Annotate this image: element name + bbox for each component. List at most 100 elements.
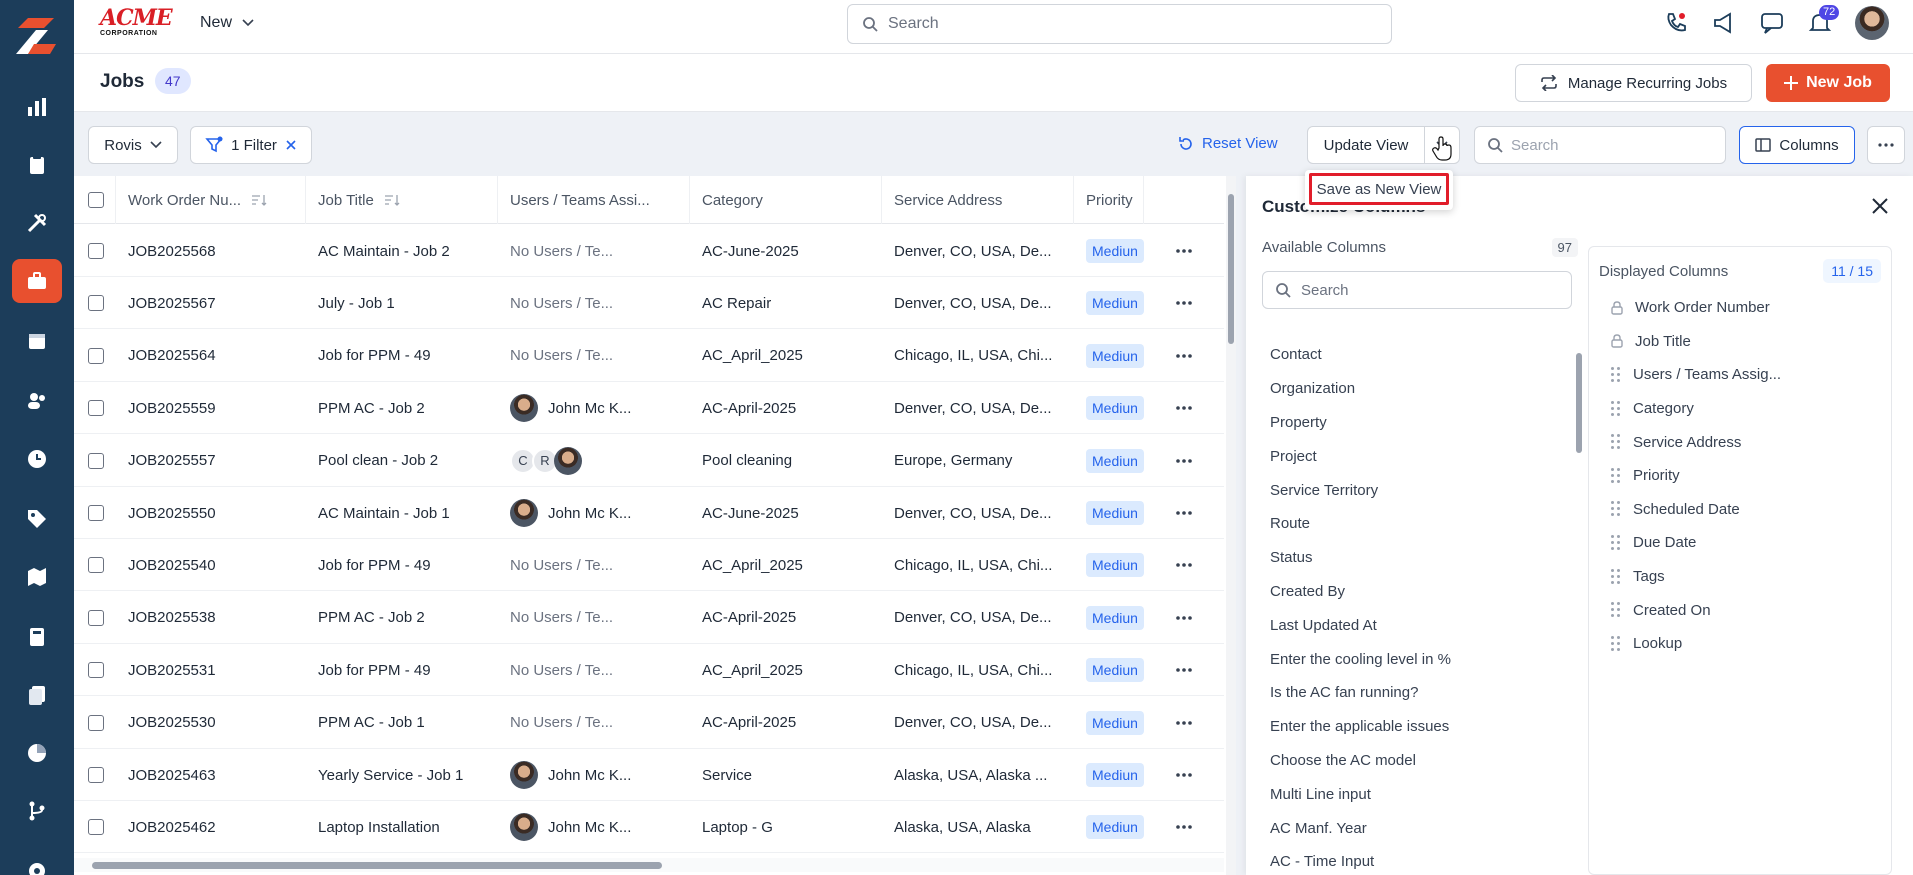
job-title-cell[interactable]: AC Maintain - Job 2 xyxy=(306,225,498,277)
reset-view-button[interactable]: Reset View xyxy=(1178,135,1278,152)
notifications-button[interactable]: 72 xyxy=(1807,5,1840,36)
more-horizontal-icon[interactable] xyxy=(1176,825,1192,830)
drag-handle-icon[interactable] xyxy=(1611,534,1621,551)
row-checkbox[interactable] xyxy=(88,505,104,521)
available-column-item[interactable]: Multi Line input xyxy=(1270,777,1560,811)
save-as-new-view-option[interactable]: Save as New View xyxy=(1309,173,1449,205)
column-header-priority[interactable]: Priority xyxy=(1074,176,1144,224)
row-checkbox[interactable] xyxy=(88,243,104,259)
available-column-item[interactable]: AC - Time Input xyxy=(1270,845,1560,875)
available-column-item[interactable]: Route xyxy=(1270,507,1560,541)
table-row[interactable]: JOB2025538 PPM AC - Job 2 No Users / Te...… xyxy=(74,591,1224,644)
row-checkbox[interactable] xyxy=(88,452,104,469)
displayed-column-item[interactable]: Priority xyxy=(1611,459,1881,493)
row-checkbox[interactable] xyxy=(88,400,104,417)
sort-icon[interactable] xyxy=(384,194,400,206)
displayed-column-item[interactable]: Users / Teams Assig... xyxy=(1611,358,1881,392)
more-horizontal-icon[interactable] xyxy=(1176,458,1192,463)
work-order-cell[interactable]: JOB2025564 xyxy=(116,330,306,382)
displayed-column-item[interactable]: Lookup xyxy=(1611,627,1881,661)
table-row[interactable]: JOB2025531 Job for PPM - 49 No Users / Te.… xyxy=(74,644,1224,697)
sort-icon[interactable] xyxy=(251,194,267,206)
job-title-cell[interactable]: Pool clean - Job 2 xyxy=(306,435,498,487)
sidebar-item-people[interactable] xyxy=(0,376,74,426)
more-options-button[interactable] xyxy=(1867,126,1905,164)
drag-handle-icon[interactable] xyxy=(1611,467,1621,484)
more-horizontal-icon[interactable] xyxy=(1176,668,1192,672)
job-title-cell[interactable]: PPM AC - Job 2 xyxy=(306,592,498,644)
available-column-item[interactable]: Organization xyxy=(1270,372,1560,406)
available-column-item[interactable]: Enter the cooling level in % xyxy=(1270,642,1560,676)
column-header-users[interactable]: Users / Teams Assi... xyxy=(498,176,690,224)
sidebar-item-workflow[interactable] xyxy=(0,786,74,836)
filter-button[interactable]: 1 Filter xyxy=(190,126,312,164)
job-title-cell[interactable]: Laptop Installation xyxy=(306,801,498,853)
more-horizontal-icon[interactable] xyxy=(1176,773,1192,777)
row-checkbox[interactable] xyxy=(88,295,104,312)
sidebar-item-time[interactable] xyxy=(0,434,74,484)
available-columns-scrollbar[interactable] xyxy=(1576,353,1582,453)
sidebar-item-map[interactable] xyxy=(0,552,74,602)
sidebar-item-documents[interactable] xyxy=(0,140,74,190)
drag-handle-icon[interactable] xyxy=(1611,434,1621,450)
global-search-input[interactable]: Search xyxy=(847,4,1392,44)
new-job-button[interactable]: New Job xyxy=(1766,64,1890,102)
job-title-cell[interactable]: Job for PPM - 49 xyxy=(306,539,498,591)
new-menu-button[interactable]: New xyxy=(200,14,254,32)
displayed-column-item[interactable]: Category xyxy=(1611,392,1881,426)
available-column-item[interactable]: Service Territory xyxy=(1270,473,1560,507)
job-title-cell[interactable]: PPM AC - Job 1 xyxy=(306,697,498,749)
table-vertical-scrollbar[interactable] xyxy=(1226,176,1236,875)
sidebar-item-calendar[interactable] xyxy=(0,316,74,366)
more-horizontal-icon[interactable] xyxy=(1176,353,1192,358)
work-order-cell[interactable]: JOB2025530 xyxy=(116,697,306,749)
phone-icon[interactable] xyxy=(1663,10,1689,36)
row-checkbox[interactable] xyxy=(88,609,104,626)
displayed-column-item[interactable]: Created On xyxy=(1611,593,1881,627)
table-row[interactable]: JOB2025559 PPM AC - Job 2 John Mc K... AC-A… xyxy=(74,382,1224,435)
work-order-cell[interactable]: JOB2025557 xyxy=(116,435,306,487)
row-checkbox[interactable] xyxy=(88,662,104,679)
job-title-cell[interactable]: PPM AC - Job 2 xyxy=(306,382,498,434)
job-title-cell[interactable]: Yearly Service - Job 1 xyxy=(306,749,498,801)
work-order-cell[interactable]: JOB2025462 xyxy=(116,801,306,853)
work-order-cell[interactable]: JOB2025540 xyxy=(116,539,306,591)
available-column-item[interactable]: Last Updated At xyxy=(1270,608,1560,642)
available-column-item[interactable]: Enter the applicable issues xyxy=(1270,710,1560,744)
manage-recurring-jobs-button[interactable]: Manage Recurring Jobs xyxy=(1515,64,1752,102)
table-search-input[interactable]: Search xyxy=(1474,126,1726,164)
columns-button[interactable]: Columns xyxy=(1739,126,1855,164)
job-title-cell[interactable]: Job for PPM - 49 xyxy=(306,330,498,382)
table-row[interactable]: JOB2025540 Job for PPM - 49 No Users / Te.… xyxy=(74,539,1224,592)
close-icon[interactable] xyxy=(1870,196,1890,216)
displayed-column-item[interactable]: Work Order Number xyxy=(1611,291,1881,325)
more-horizontal-icon[interactable] xyxy=(1176,563,1192,568)
more-horizontal-icon[interactable] xyxy=(1176,511,1192,515)
update-view-button[interactable]: Update View xyxy=(1307,126,1425,164)
available-column-item[interactable]: Contact xyxy=(1270,338,1560,372)
drag-handle-icon[interactable] xyxy=(1611,602,1621,618)
column-header-category[interactable]: Category xyxy=(690,176,882,224)
available-column-item[interactable]: AC Manf. Year xyxy=(1270,811,1560,845)
work-order-cell[interactable]: JOB2025538 xyxy=(116,592,306,644)
work-order-cell[interactable]: JOB2025550 xyxy=(116,487,306,539)
available-column-item[interactable]: Choose the AC model xyxy=(1270,744,1560,778)
row-checkbox[interactable] xyxy=(88,819,104,836)
megaphone-icon[interactable] xyxy=(1711,10,1737,36)
drag-handle-icon[interactable] xyxy=(1611,501,1621,517)
displayed-column-item[interactable]: Job Title xyxy=(1611,325,1881,359)
sidebar-item-calculator[interactable] xyxy=(0,612,74,662)
work-order-cell[interactable]: JOB2025559 xyxy=(116,382,306,434)
table-row[interactable]: JOB2025557 Pool clean - Job 2 C R Pool clean… xyxy=(74,434,1224,487)
sidebar-item-files[interactable] xyxy=(0,670,74,720)
displayed-column-item[interactable]: Tags xyxy=(1611,560,1881,594)
sidebar-item-jobs[interactable] xyxy=(0,256,74,306)
table-row[interactable]: JOB2025463 Yearly Service - Job 1 John Mc … xyxy=(74,749,1224,801)
app-logo-icon[interactable] xyxy=(14,14,58,58)
sidebar-item-tags[interactable] xyxy=(0,494,74,544)
view-select[interactable]: Rovis xyxy=(88,126,178,164)
more-horizontal-icon[interactable] xyxy=(1176,720,1192,725)
row-checkbox[interactable] xyxy=(88,714,104,731)
available-columns-search[interactable]: Search xyxy=(1262,271,1572,309)
more-horizontal-icon[interactable] xyxy=(1176,249,1192,253)
